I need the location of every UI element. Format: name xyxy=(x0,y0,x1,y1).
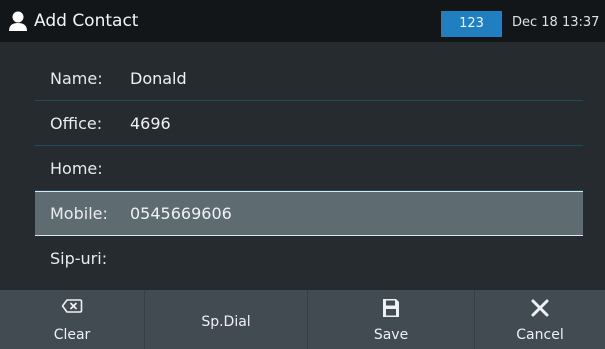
page-title: Add Contact xyxy=(34,11,139,31)
clear-label: Clear xyxy=(53,327,91,343)
input-mode-badge[interactable]: 123 xyxy=(441,11,502,37)
floppy-disk-icon xyxy=(383,299,399,317)
softkey-bar: Clear Sp.Dial Save Cancel xyxy=(0,290,605,349)
close-icon xyxy=(531,299,549,317)
clear-button[interactable]: Clear xyxy=(0,290,145,349)
person-icon xyxy=(9,11,27,31)
office-label: Office: xyxy=(50,114,103,133)
mobile-label: Mobile: xyxy=(50,204,108,223)
home-label: Home: xyxy=(50,159,103,178)
mobile-number-field[interactable]: 0545669606 xyxy=(130,203,550,225)
name-field[interactable]: Donald xyxy=(130,68,550,90)
name-label: Name: xyxy=(50,69,103,88)
add-contact-screen: Add Contact 123 Dec 18 13:37 Name: Donal… xyxy=(0,0,605,349)
clock: Dec 18 13:37 xyxy=(512,15,600,30)
save-label: Save xyxy=(373,327,409,343)
office-field-row[interactable]: Office: 4696 xyxy=(0,101,605,146)
sip-uri-field-row[interactable]: Sip-uri: xyxy=(0,236,605,281)
contact-form: Name: Donald Office: 4696 Home: Mobile: … xyxy=(0,56,605,281)
cancel-button[interactable]: Cancel xyxy=(475,290,605,349)
mobile-field-row[interactable]: Mobile: 0545669606 xyxy=(0,191,605,236)
backspace-icon xyxy=(61,299,83,313)
office-number-field[interactable]: 4696 xyxy=(130,113,550,135)
cancel-label: Cancel xyxy=(516,327,564,343)
speed-dial-button[interactable]: Sp.Dial xyxy=(145,290,308,349)
sip-uri-label: Sip-uri: xyxy=(50,249,108,268)
title-bar: Add Contact 123 Dec 18 13:37 xyxy=(0,0,605,42)
speed-dial-label: Sp.Dial xyxy=(201,314,251,330)
save-button[interactable]: Save xyxy=(308,290,475,349)
home-field-row[interactable]: Home: xyxy=(0,146,605,191)
name-field-row[interactable]: Name: Donald xyxy=(0,56,605,101)
